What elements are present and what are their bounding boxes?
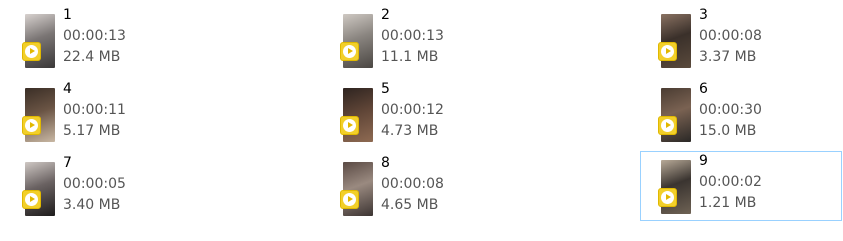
- file-size: 15.0 MB: [699, 123, 757, 139]
- file-duration: 00:00:30: [699, 102, 762, 118]
- file-name: 3: [699, 7, 708, 23]
- video-file-item[interactable]: 8 00:00:08 4.65 MB: [322, 153, 522, 223]
- play-badge-icon: [340, 190, 359, 209]
- file-duration: 00:00:05: [63, 176, 126, 192]
- video-file-item[interactable]: 7 00:00:05 3.40 MB: [4, 153, 204, 223]
- file-name: 1: [63, 7, 72, 23]
- file-name: 2: [381, 7, 390, 23]
- play-badge-icon: [658, 42, 677, 61]
- play-badge-icon: [340, 116, 359, 135]
- file-size: 1.21 MB: [699, 195, 757, 211]
- file-name: 7: [63, 155, 72, 171]
- file-duration: 00:00:13: [381, 28, 444, 44]
- file-duration: 00:00:13: [63, 28, 126, 44]
- file-duration: 00:00:08: [381, 176, 444, 192]
- file-size: 22.4 MB: [63, 49, 121, 65]
- file-size: 4.73 MB: [381, 123, 439, 139]
- video-file-item[interactable]: 2 00:00:13 11.1 MB: [322, 5, 522, 75]
- video-file-item[interactable]: 1 00:00:13 22.4 MB: [4, 5, 204, 75]
- file-name: 5: [381, 81, 390, 97]
- video-file-item[interactable]: 4 00:00:11 5.17 MB: [4, 79, 204, 149]
- play-badge-icon: [658, 116, 677, 135]
- file-duration: 00:00:02: [699, 174, 762, 190]
- file-grid: 1 00:00:13 22.4 MB 2 00:00:13 11.1 MB 3 …: [0, 0, 843, 241]
- file-duration: 00:00:12: [381, 102, 444, 118]
- file-name: 6: [699, 81, 708, 97]
- file-duration: 00:00:08: [699, 28, 762, 44]
- play-badge-icon: [22, 42, 41, 61]
- file-size: 3.37 MB: [699, 49, 757, 65]
- file-size: 4.65 MB: [381, 197, 439, 213]
- file-size: 3.40 MB: [63, 197, 121, 213]
- video-file-item[interactable]: 5 00:00:12 4.73 MB: [322, 79, 522, 149]
- video-file-item-selected[interactable]: 9 00:00:02 1.21 MB: [640, 151, 842, 221]
- file-name: 8: [381, 155, 390, 171]
- file-size: 11.1 MB: [381, 49, 439, 65]
- file-duration: 00:00:11: [63, 102, 126, 118]
- play-badge-icon: [22, 116, 41, 135]
- video-file-item[interactable]: 6 00:00:30 15.0 MB: [640, 79, 840, 149]
- play-badge-icon: [22, 190, 41, 209]
- play-badge-icon: [340, 42, 359, 61]
- file-size: 5.17 MB: [63, 123, 121, 139]
- video-file-item[interactable]: 3 00:00:08 3.37 MB: [640, 5, 840, 75]
- play-badge-icon: [658, 188, 677, 207]
- file-name: 4: [63, 81, 72, 97]
- file-name: 9: [699, 153, 708, 169]
